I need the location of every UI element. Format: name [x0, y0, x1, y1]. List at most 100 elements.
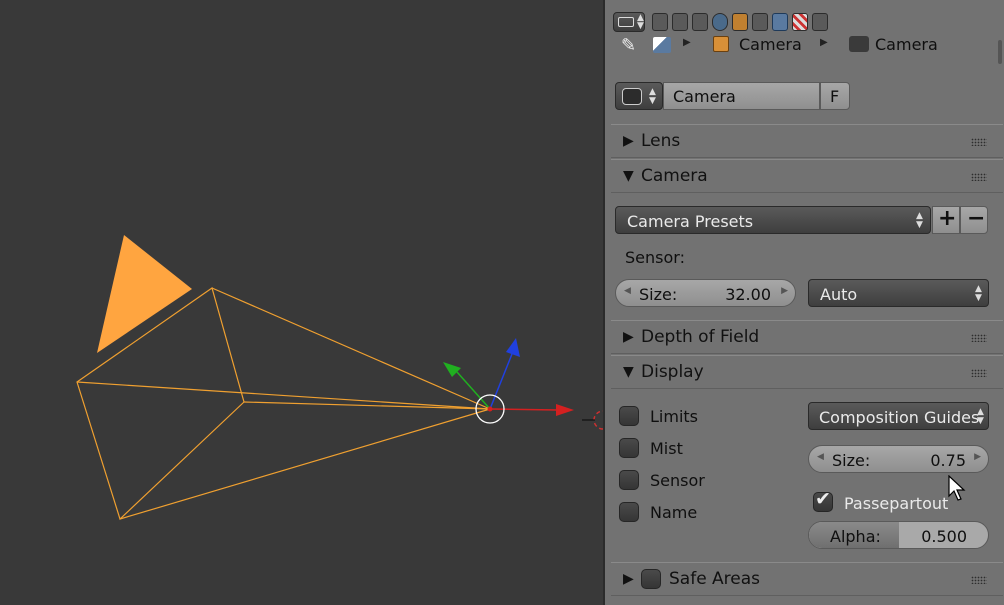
composition-guides-menu[interactable]: Composition Guides ▲ ▼: [808, 402, 989, 430]
display-size-field[interactable]: ◀ Size: 0.75 ▶: [808, 445, 989, 473]
camera-data-tab-icon[interactable]: [772, 13, 788, 31]
camera-panel-header[interactable]: ▼ Camera: [611, 159, 1003, 193]
fake-user-label: F: [830, 87, 840, 106]
checkmark-icon: ✔: [815, 488, 831, 510]
passepartout-alpha-slider[interactable]: Alpha: 0.500: [808, 521, 989, 549]
breadcrumb-arrow-icon: ▶: [820, 37, 828, 48]
sensor-label: Sensor:: [625, 248, 685, 267]
properties-editor: ▲ ▼ ✎ ▶ Camera ▶ Camera ▲ ▼ Camera F ▶ Len…: [603, 0, 1004, 605]
chevron-updown-icon: ▲ ▼: [649, 87, 656, 106]
drag-grip-icon[interactable]: [971, 138, 987, 146]
properties-editor-icon: [618, 17, 634, 27]
drag-grip-icon[interactable]: [971, 334, 987, 342]
safe-areas-panel-label: Safe Areas: [669, 569, 761, 589]
remove-preset-button[interactable]: −: [960, 206, 988, 234]
camera-data-icon: [622, 88, 642, 105]
render-layers-tab-icon[interactable]: [672, 13, 688, 31]
drag-grip-icon[interactable]: [971, 173, 987, 181]
sensor-size-value: 32.00: [725, 285, 771, 304]
minus-icon: −: [967, 206, 986, 231]
drag-grip-icon[interactable]: [971, 369, 987, 377]
decrement-arrow-icon[interactable]: ◀: [817, 452, 824, 462]
chevron-updown-icon: ▲ ▼: [637, 13, 644, 31]
name-label: Name: [650, 503, 698, 522]
object-tab-icon[interactable]: [732, 13, 748, 31]
datablock-name: Camera: [673, 87, 736, 106]
breadcrumb-camera-data[interactable]: Camera: [875, 35, 938, 54]
passepartout-label: Passepartout: [844, 494, 949, 513]
passepartout-option[interactable]: ✔ Passepartout: [813, 488, 983, 514]
alpha-value: 0.500: [921, 527, 967, 546]
mist-checkbox[interactable]: [619, 438, 639, 458]
datablock-name-field[interactable]: Camera: [663, 82, 820, 110]
sensor-checkbox[interactable]: [619, 470, 639, 490]
drag-grip-icon[interactable]: [971, 576, 987, 584]
transform-gizmo[interactable]: [443, 338, 574, 424]
alpha-label: Alpha:: [830, 527, 881, 546]
display-size-value: 0.75: [930, 451, 966, 470]
texture-tab-icon[interactable]: [792, 13, 808, 31]
scene-icon: [653, 37, 671, 53]
breadcrumb: ✎ ▶ Camera ▶ Camera: [617, 33, 997, 59]
increment-arrow-icon[interactable]: ▶: [781, 286, 788, 296]
display-size-label: Size:: [832, 451, 871, 470]
collapsed-arrow-icon: ▶: [623, 329, 634, 345]
safe-areas-panel-header[interactable]: ▶ Safe Areas: [611, 562, 1003, 596]
physics-tab-icon[interactable]: [812, 13, 828, 31]
collapsed-arrow-icon: ▶: [623, 133, 634, 149]
chevron-updown-icon: ▲ ▼: [977, 407, 984, 426]
dof-panel-header[interactable]: ▶ Depth of Field: [611, 320, 1003, 354]
expanded-arrow-icon: ▼: [623, 364, 634, 380]
sensor-fit-value: Auto: [820, 285, 858, 304]
lens-panel-header[interactable]: ▶ Lens: [611, 124, 1003, 158]
display-option-name[interactable]: Name: [619, 501, 769, 525]
display-panel-header[interactable]: ▼ Display: [611, 355, 1003, 389]
3d-cursor-icon: [582, 410, 603, 430]
editor-type-button[interactable]: ▲ ▼: [613, 12, 645, 32]
camera-presets-menu[interactable]: Camera Presets ▲ ▼: [615, 206, 931, 234]
safe-areas-checkbox[interactable]: [641, 569, 661, 589]
datablock-browse-button[interactable]: ▲ ▼: [615, 82, 663, 110]
chevron-updown-icon: ▲ ▼: [975, 284, 982, 303]
pin-icon[interactable]: ✎: [621, 35, 636, 56]
3d-viewport[interactable]: [0, 0, 603, 605]
plus-icon: +: [938, 206, 957, 231]
sensor-size-label: Size:: [639, 285, 678, 304]
sensor-size-field[interactable]: ◀ Size: 32.00 ▶: [615, 279, 796, 307]
panel-scrollbar[interactable]: [998, 40, 1002, 64]
add-preset-button[interactable]: +: [932, 206, 960, 234]
sensor-display-label: Sensor: [650, 471, 705, 490]
limits-checkbox[interactable]: [619, 406, 639, 426]
composition-guides-label: Composition Guides: [819, 408, 980, 427]
display-option-mist[interactable]: Mist: [619, 437, 769, 461]
chevron-updown-icon: ▲ ▼: [916, 211, 923, 230]
gizmo-z-arrow: [506, 338, 520, 357]
mist-label: Mist: [650, 439, 683, 458]
camera-panel-label: Camera: [641, 166, 708, 186]
render-tab-icon[interactable]: [652, 13, 668, 31]
limits-label: Limits: [650, 407, 698, 426]
object-icon: [713, 36, 729, 52]
world-tab-icon[interactable]: [712, 13, 728, 31]
expanded-arrow-icon: ▼: [623, 168, 634, 184]
context-tabs: [652, 11, 832, 33]
display-option-sensor[interactable]: Sensor: [619, 469, 769, 493]
display-option-limits[interactable]: Limits: [619, 405, 769, 429]
breadcrumb-arrow-icon: ▶: [683, 37, 691, 48]
sensor-fit-menu[interactable]: Auto ▲ ▼: [808, 279, 989, 307]
camera-data-icon: [849, 36, 869, 52]
constraints-tab-icon[interactable]: [752, 13, 768, 31]
camera-presets-label: Camera Presets: [627, 212, 754, 231]
decrement-arrow-icon[interactable]: ◀: [624, 286, 631, 296]
breadcrumb-object[interactable]: Camera: [739, 35, 802, 54]
increment-arrow-icon[interactable]: ▶: [974, 452, 981, 462]
fake-user-button[interactable]: F: [820, 82, 850, 110]
scene-tab-icon[interactable]: [692, 13, 708, 31]
dof-panel-label: Depth of Field: [641, 327, 760, 347]
collapsed-arrow-icon: ▶: [623, 571, 634, 587]
display-panel-label: Display: [641, 362, 704, 382]
gizmo-x-arrow: [556, 404, 574, 416]
gizmo-y-arrow: [443, 362, 461, 377]
name-checkbox[interactable]: [619, 502, 639, 522]
viewport-canvas: [76, 235, 603, 521]
